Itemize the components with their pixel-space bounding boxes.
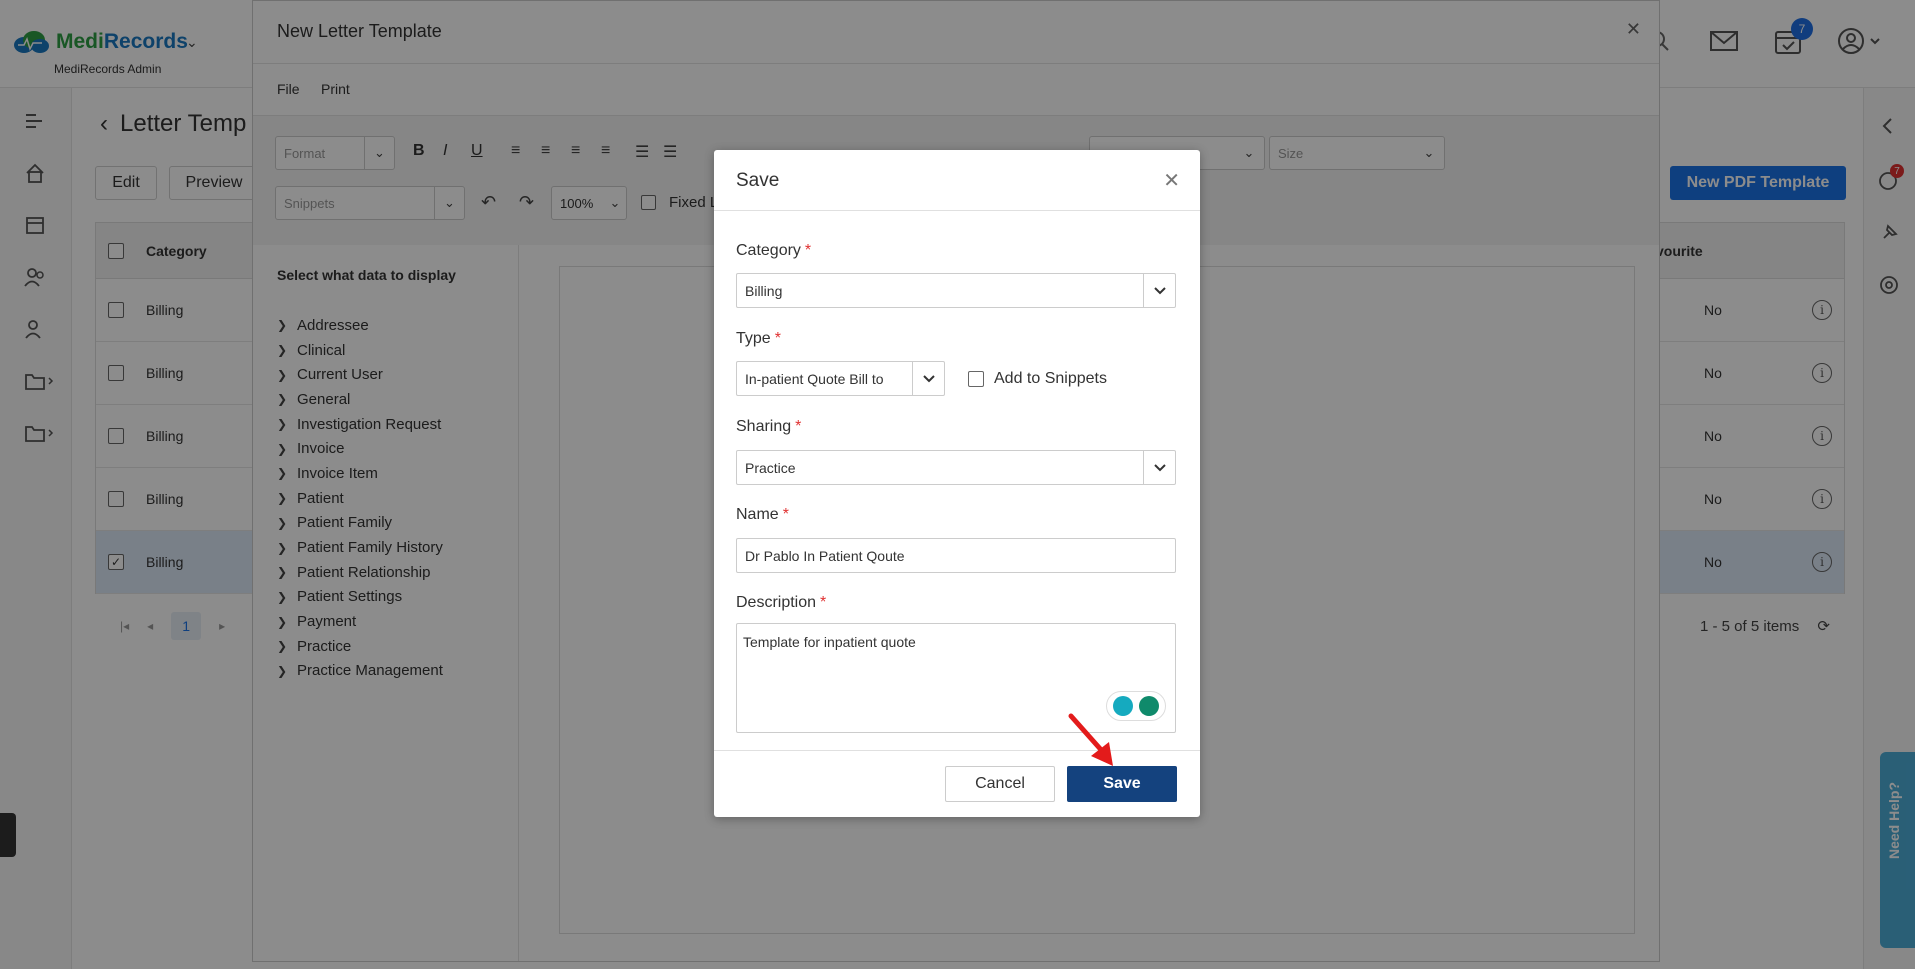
description-label-text: Description — [736, 594, 817, 611]
save-dialog-footer: Cancel Save — [714, 750, 1200, 817]
save-dialog: Save ✕ Category * Billing Type * In-patien… — [714, 150, 1200, 817]
name-label-text: Name — [736, 506, 779, 523]
annotation-arrow-icon — [1068, 713, 1113, 766]
sharing-label-text: Sharing — [736, 418, 792, 435]
add-to-snippets[interactable]: Add to Snippets — [968, 370, 1107, 388]
description-label: Description * — [736, 594, 826, 612]
close-icon[interactable]: ✕ — [1163, 168, 1180, 193]
chevron-down-icon — [1143, 451, 1175, 484]
type-select[interactable]: In-patient Quote Bill to — [736, 361, 945, 396]
required-mark: * — [782, 506, 789, 523]
chevron-down-icon — [1143, 274, 1175, 307]
category-select[interactable]: Billing — [736, 273, 1176, 308]
type-label-text: Type — [736, 330, 771, 347]
required-mark: * — [795, 418, 802, 435]
category-value: Billing — [745, 282, 783, 299]
grammarly-icon[interactable] — [1139, 696, 1159, 716]
save-dialog-title: Save — [736, 170, 780, 191]
required-mark: * — [774, 330, 781, 347]
category-label-text: Category — [736, 242, 801, 259]
add-to-snippets-checkbox[interactable] — [968, 371, 984, 387]
type-label: Type * — [736, 330, 781, 348]
sharing-select[interactable]: Practice — [736, 450, 1176, 485]
required-mark: * — [804, 242, 812, 259]
add-to-snippets-label: Add to Snippets — [994, 370, 1107, 387]
name-input[interactable] — [736, 538, 1176, 573]
type-value: In-patient Quote Bill to — [745, 370, 884, 387]
save-dialog-header: Save ✕ — [714, 150, 1200, 211]
cancel-button[interactable]: Cancel — [945, 766, 1055, 802]
sharing-value: Practice — [745, 459, 796, 476]
name-label: Name * — [736, 506, 789, 524]
required-mark: * — [820, 594, 827, 611]
chevron-down-icon — [912, 362, 944, 395]
sharing-label: Sharing * — [736, 418, 801, 436]
category-label: Category * — [736, 242, 811, 260]
